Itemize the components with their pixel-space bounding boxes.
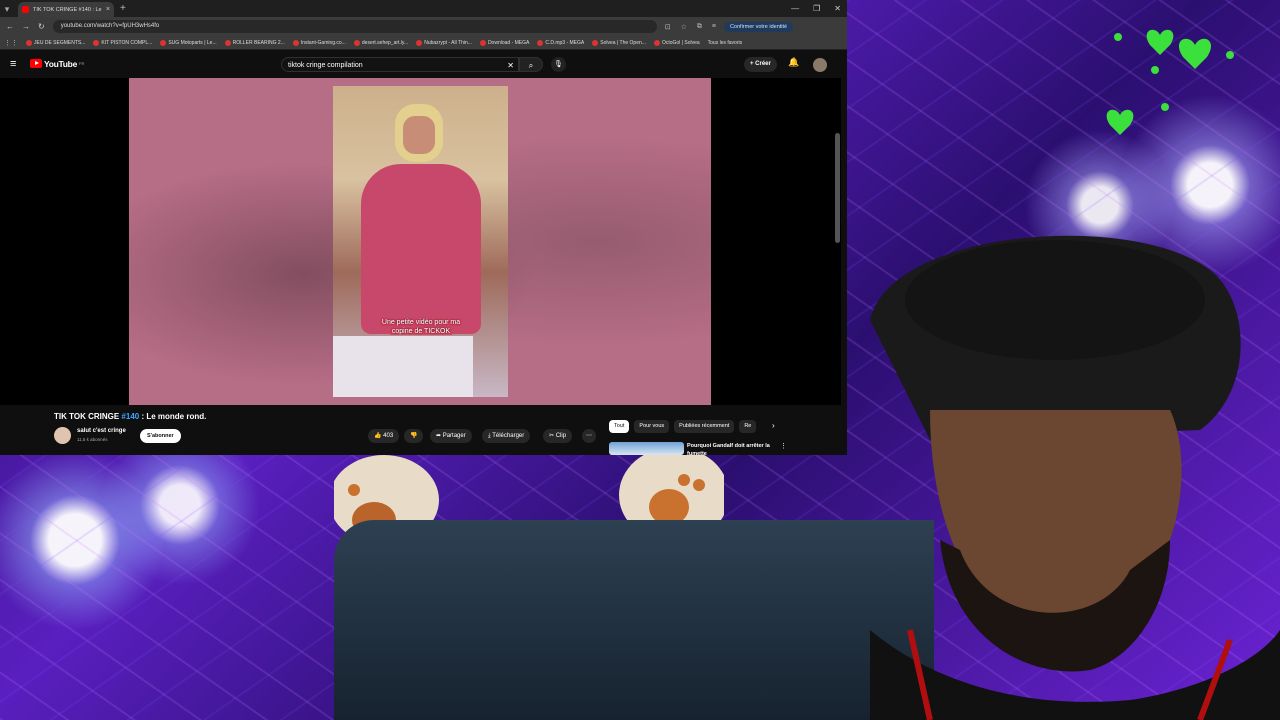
scissors-icon: ✂ [549,433,555,439]
hashtag-link[interactable]: #140 [121,412,139,421]
bookmark-star-icon[interactable]: ☆ [681,23,687,31]
clear-search-icon[interactable]: ✕ [507,58,514,73]
voice-search-button[interactable]: 🎙 [551,57,566,72]
face [403,116,435,154]
bookmark-item[interactable]: Solvea | The Open... [592,39,646,46]
page-scrollbar[interactable] [835,133,840,243]
bookmark-item[interactable]: JEU DE SEGMENTS... [26,39,85,46]
url-field[interactable]: youtube.com/watch?v=fpUH3wHs4fo [52,20,657,33]
video-frame: Une petite vidéo pour ma copine de TICKOK [333,86,508,397]
recommendation-title[interactable]: Pourquoi Gandalf doit arrêter la fumette [687,442,777,455]
address-actions: ⊡ ☆ ⧉ ≡ [665,23,716,31]
subscriber-count: 11,5 k abonnés [77,437,108,442]
address-bar-row: ← → ↻ youtube.com/watch?v=fpUH3wHs4fo ⊡ … [0,17,847,36]
more-actions-button[interactable]: ⋯ [582,429,596,443]
bookmarks-bar: ⋮⋮ JEU DE SEGMENTS... KIT PISTON COMPL..… [0,36,847,50]
search-input[interactable]: tiktok cringe compilation ✕ [281,57,519,72]
microphone-icon: 🎙 [554,61,563,68]
recommendation-chips: Tout Pour vous Publiées récemment Re [609,420,757,433]
close-tab-icon[interactable]: × [106,6,110,13]
confirm-identity-button[interactable]: Confirmer votre identité [723,21,794,32]
video-info: TIK TOK CRINGE #140 : Le monde rond. sal… [0,405,841,455]
forward-icon[interactable]: → [22,22,30,31]
tab-bar: ▾ TIK TOK CRINGE #140 : Le × + — ❐ ✕ [0,0,847,17]
dislike-button[interactable]: 👎 [404,429,424,443]
logo-text: YouTube [44,58,77,69]
streamer-webcam [870,235,1280,720]
install-icon[interactable]: ⊡ [665,23,671,31]
chip-recent[interactable]: Publiées récemment [674,420,735,433]
video-caption: Une petite vidéo pour ma copine de TICKOK [379,319,463,335]
bookmark-item[interactable]: desert.sehep_art.ly... [353,39,408,46]
chip-for-you[interactable]: Pour vous [634,420,670,433]
country-code: FR [79,61,85,66]
bookmark-item[interactable]: ROLLER BEARING 2... [224,39,285,46]
close-window-icon[interactable]: ✕ [834,0,841,17]
search-value: tiktok cringe compilation [288,62,363,69]
bookmark-item[interactable]: KIT PISTON COMPL... [93,39,152,46]
sofa [334,520,934,720]
pink-robe [361,164,481,334]
bookmark-item[interactable]: Nubazrypt - All Thin... [416,39,472,46]
recommendation-thumbnail[interactable] [609,442,684,455]
browser-window: ▾ TIK TOK CRINGE #140 : Le × + — ❐ ✕ ← →… [0,0,847,455]
channel-avatar[interactable] [54,427,71,444]
tab-title: TIK TOK CRINGE #140 : Le [33,6,102,13]
create-button[interactable]: + Créer [744,57,777,72]
video-title: TIK TOK CRINGE #140 : Le monde rond. [54,412,207,421]
window-controls: — ❐ ✕ [791,0,841,17]
youtube-favicon-icon [22,6,29,13]
share-button[interactable]: ➦ Partager [430,429,472,443]
thumbs-up-icon: 👍 [374,433,382,439]
download-icon: ⤓ [488,433,491,439]
account-avatar[interactable] [813,58,827,72]
maximize-icon[interactable]: ❐ [813,0,820,17]
like-button[interactable]: 👍 403 [368,429,400,443]
more-icon: ⋯ [586,433,592,439]
bookmark-item[interactable]: Instant-Gaming.co... [292,39,346,46]
tab-list-icon[interactable]: ▾ [0,2,14,16]
back-icon[interactable]: ← [6,22,14,31]
minimize-icon[interactable]: — [791,0,799,17]
bookmark-item[interactable]: OctoGol | Solvea [653,39,700,46]
download-button[interactable]: ⤓ Télécharger [482,429,531,443]
bookmark-item[interactable]: SUG Motoparts | Le... [160,39,217,46]
youtube-header: ≡ YouTube FR tiktok cringe compilation ✕… [0,50,847,77]
recommendation-menu-icon[interactable]: ⋮ [780,442,787,450]
channel-name[interactable]: salut c'est cringe [77,428,126,434]
bed [333,336,473,397]
all-bookmarks[interactable]: Tous les favoris [708,40,742,46]
search-button[interactable]: ⌕ [519,57,543,72]
share-icon: ➦ [436,433,442,439]
youtube-logo[interactable]: YouTube FR [30,59,84,69]
bookmark-item[interactable]: C.D.mp3 - MEGA [537,39,584,46]
reading-list-icon[interactable]: ≡ [712,23,716,31]
chevron-right-icon[interactable]: › [772,421,775,430]
bookmark-item[interactable]: Download - MEGA [479,39,529,46]
tab-youtube[interactable]: TIK TOK CRINGE #140 : Le × [18,2,114,17]
clip-button[interactable]: ✂ Clip [543,429,573,443]
video-player[interactable]: Une petite vidéo pour ma copine de TICKOK [0,78,841,405]
notifications-bell-icon[interactable]: 🔔 [788,57,799,68]
thumbs-down-icon: 👎 [410,433,418,439]
youtube-play-icon [30,59,42,68]
apps-icon[interactable]: ⋮⋮ [4,39,18,47]
green-hearts-overlay [1106,29,1234,135]
chip-all[interactable]: Tout [609,420,630,433]
subscribe-button[interactable]: S'abonner [140,429,181,443]
hamburger-menu-icon[interactable]: ≡ [10,58,24,70]
extensions-icon[interactable]: ⧉ [697,23,702,31]
search-icon: ⌕ [528,61,534,70]
new-tab-icon[interactable]: + [120,3,126,14]
reload-icon[interactable]: ↻ [38,22,45,31]
chip-more[interactable]: Re [739,420,757,433]
